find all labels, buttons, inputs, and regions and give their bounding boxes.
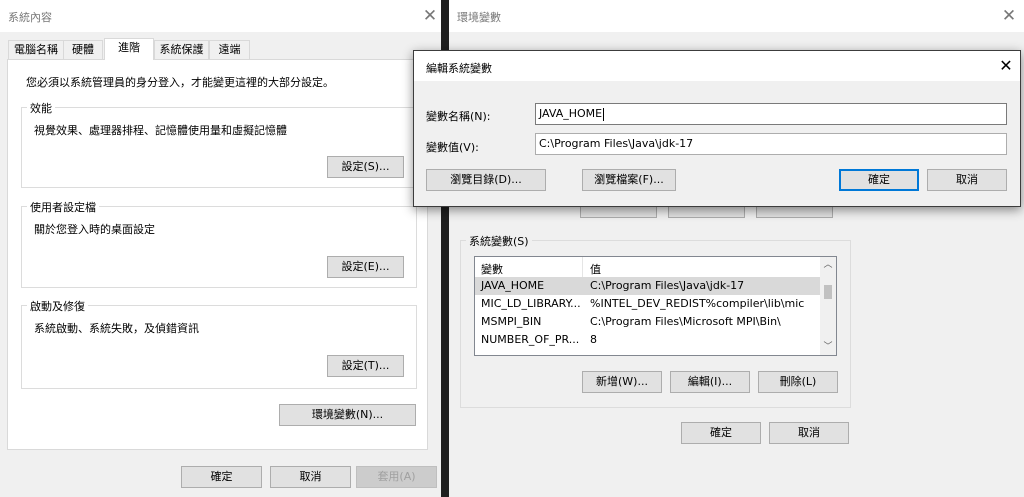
system-variables-list[interactable]: 變數 值 JAVA_HOME C:\Program Files\Java\jdk… <box>474 256 837 356</box>
edit-system-variable-dialog: 編輯系統變數 ✕ 變數名稱(N): JAVA_HOME 變數值(V): C:\P… <box>413 50 1021 207</box>
apply-button[interactable]: 套用(A) <box>356 466 437 488</box>
row-variable-value: C:\Program Files\Java\jdk-17 <box>590 279 745 292</box>
env-window-title: 環境變數 <box>457 11 501 24</box>
close-icon[interactable]: ✕ <box>418 4 441 28</box>
env-ok-button[interactable]: 確定 <box>681 422 761 444</box>
title-bar: 系統內容 ✕ <box>0 0 441 32</box>
variable-value-label: 變數值(V): <box>426 141 479 154</box>
system-variables-legend: 系統變數(S) <box>466 233 532 249</box>
startup-recovery-settings-button[interactable]: 設定(T)... <box>327 355 404 377</box>
scrollbar-thumb[interactable] <box>824 285 832 299</box>
tab-system-protection[interactable]: 系統保護 <box>154 40 209 59</box>
row-variable-value: C:\Program Files\Microsoft MPI\Bin\ <box>590 315 781 328</box>
window-title: 系統內容 <box>8 11 52 24</box>
performance-legend: 效能 <box>27 100 55 116</box>
dialog-ok-button[interactable]: 確定 <box>839 169 919 191</box>
variable-name-text: JAVA_HOME <box>539 107 603 120</box>
tab-panel: 您必須以系統管理員的身分登入，才能變更這裡的大部分設定。 效能 視覺效果、處理器… <box>7 59 428 450</box>
dialog-title-bar: 編輯系統變數 ✕ <box>414 51 1020 81</box>
user-profiles-legend: 使用者設定檔 <box>27 199 99 215</box>
row-variable-name: NUMBER_OF_PR... <box>481 333 580 346</box>
variable-name-field[interactable]: JAVA_HOME <box>535 103 1007 125</box>
variable-name-label: 變數名稱(N): <box>426 110 491 123</box>
system-delete-button[interactable]: 刪除(L) <box>758 371 838 393</box>
dialog-cancel-button[interactable]: 取消 <box>927 169 1007 191</box>
variable-value-field[interactable]: C:\Program Files\Java\jdk-17 <box>535 133 1007 155</box>
close-icon[interactable]: ✕ <box>994 54 1018 78</box>
text-caret <box>603 107 605 121</box>
table-row[interactable]: JAVA_HOME C:\Program Files\Java\jdk-17 <box>475 277 821 295</box>
ok-button[interactable]: 確定 <box>181 466 262 488</box>
admin-note: 您必須以系統管理員的身分登入，才能變更這裡的大部分設定。 <box>26 76 334 89</box>
chevron-down-icon[interactable]: ﹀ <box>820 339 836 355</box>
startup-recovery-group: 啟動及修復 系統啟動、系統失敗，及偵錯資訊 設定(T)... <box>21 298 417 389</box>
env-title-bar: 環境變數 ✕ <box>449 0 1024 32</box>
performance-group: 效能 視覺效果、處理器排程、記憶體使用量和虛擬記憶體 設定(S)... <box>21 100 417 188</box>
row-variable-value: 8 <box>590 333 597 346</box>
env-cancel-button[interactable]: 取消 <box>769 422 849 444</box>
column-header-value[interactable]: 值 <box>590 261 601 277</box>
chevron-up-icon[interactable]: ︿ <box>820 257 836 273</box>
close-icon[interactable]: ✕ <box>997 4 1021 28</box>
table-row[interactable]: NUMBER_OF_PR... 8 <box>475 331 821 349</box>
performance-settings-button[interactable]: 設定(S)... <box>327 156 404 178</box>
browse-file-button[interactable]: 瀏覽檔案(F)... <box>582 169 676 191</box>
system-variables-group: 系統變數(S) 變數 值 JAVA_HOME C:\Program Files\… <box>460 233 851 408</box>
system-new-button[interactable]: 新增(W)... <box>582 371 662 393</box>
startup-recovery-desc: 系統啟動、系統失敗，及偵錯資訊 <box>34 322 199 335</box>
user-profiles-settings-button[interactable]: 設定(E)... <box>327 256 404 278</box>
tab-hardware[interactable]: 硬體 <box>63 40 103 59</box>
vertical-scrollbar[interactable]: ︿ ﹀ <box>820 257 836 355</box>
system-edit-button[interactable]: 編輯(I)... <box>670 371 750 393</box>
column-divider <box>582 257 583 277</box>
environment-variables-button[interactable]: 環境變數(N)... <box>279 404 416 426</box>
row-variable-value: %INTEL_DEV_REDIST%compiler\lib\mic <box>590 297 805 310</box>
column-header-variable[interactable]: 變數 <box>481 261 503 277</box>
row-variable-name: MIC_LD_LIBRARY... <box>481 297 581 310</box>
row-variable-name: JAVA_HOME <box>481 279 545 292</box>
tab-remote[interactable]: 遠端 <box>209 40 250 59</box>
startup-recovery-legend: 啟動及修復 <box>27 298 88 314</box>
tab-computer-name[interactable]: 電腦名稱 <box>8 40 64 59</box>
user-profiles-desc: 關於您登入時的桌面設定 <box>34 223 155 236</box>
row-variable-name: MSMPI_BIN <box>481 315 542 328</box>
performance-desc: 視覺效果、處理器排程、記憶體使用量和虛擬記憶體 <box>34 124 287 137</box>
browse-directory-button[interactable]: 瀏覽目錄(D)... <box>426 169 546 191</box>
list-header: 變數 值 <box>475 257 821 278</box>
table-row[interactable]: MIC_LD_LIBRARY... %INTEL_DEV_REDIST%comp… <box>475 295 821 313</box>
dialog-title: 編輯系統變數 <box>426 62 492 75</box>
cancel-button[interactable]: 取消 <box>270 466 351 488</box>
user-profiles-group: 使用者設定檔 關於您登入時的桌面設定 設定(E)... <box>21 199 417 288</box>
table-row[interactable]: MSMPI_BIN C:\Program Files\Microsoft MPI… <box>475 313 821 331</box>
tab-advanced[interactable]: 進階 <box>104 38 154 60</box>
system-properties-window: 系統內容 ✕ 電腦名稱 硬體 進階 系統保護 遠端 您必須以系統管理員的身分登入… <box>0 0 441 497</box>
